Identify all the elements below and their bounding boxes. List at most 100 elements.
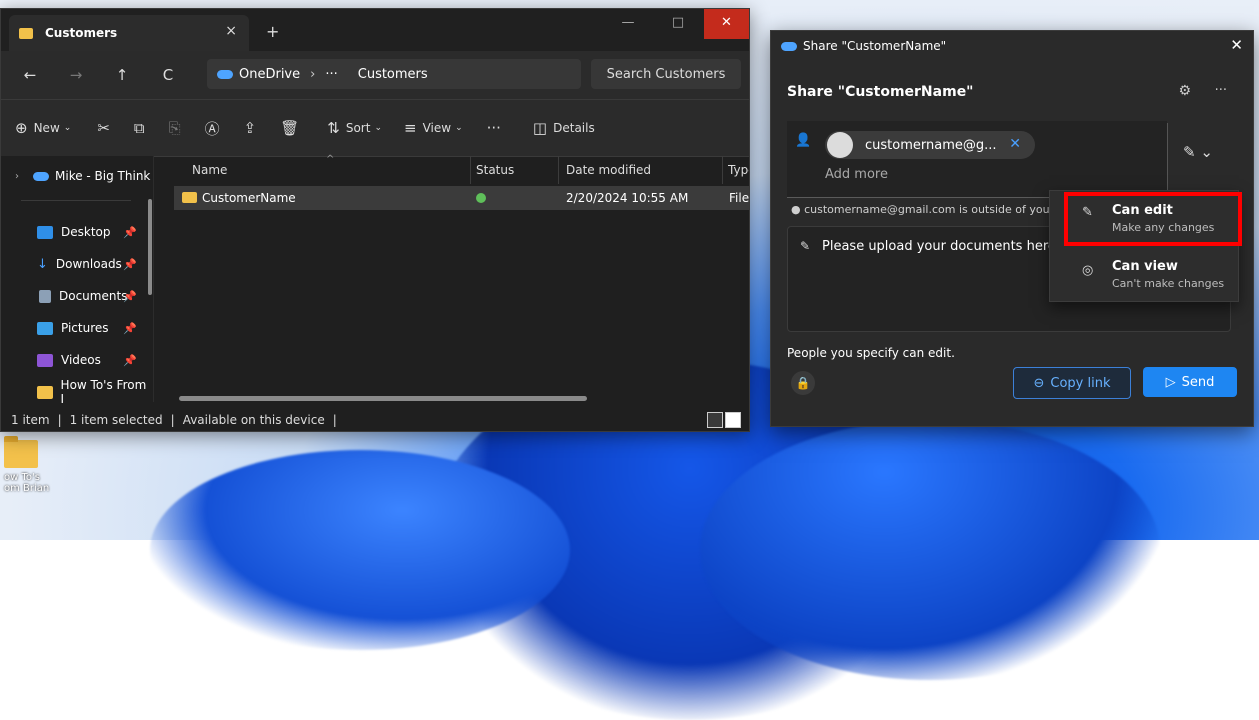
view-label: View [422,121,452,135]
column-divider[interactable] [470,156,471,184]
paste-icon[interactable]: ⎘ [169,119,181,137]
gear-icon[interactable]: ⚙ [1178,83,1191,99]
view-button[interactable]: ≡ View ⌄ [404,119,463,137]
nav-item-label: Pictures [61,321,109,335]
person-icon: 👤 [795,133,812,148]
nav-item-pictures[interactable]: Pictures 📌 [1,314,151,342]
breadcrumb-ellipsis[interactable]: ··· [325,67,337,82]
info-icon: ● [791,203,805,216]
share-heading: Share "CustomerName" [787,84,974,100]
column-type[interactable]: Type [728,163,749,177]
send-button[interactable]: ▷ Send [1143,367,1237,397]
nav-item-desktop[interactable]: Desktop 📌 [1,218,151,246]
tab-close-icon[interactable]: × [225,23,237,39]
column-headers: Name ^ Status Date modified Type [154,154,749,184]
table-row[interactable]: CustomerName 2/20/2024 10:55 AM File [174,186,749,210]
more-options-button[interactable]: ··· [487,119,501,137]
file-name: CustomerName [202,191,296,205]
folder-icon [37,385,53,399]
up-button[interactable]: ↑ [107,66,137,84]
breadcrumb[interactable]: OneDrive › ··· Customers [207,59,581,89]
horizontal-scrollbar[interactable] [179,396,587,401]
copy-link-label: Copy link [1050,375,1111,391]
column-status[interactable]: Status [476,163,514,177]
status-availability: Available on this device [182,413,325,427]
pin-icon: 📌 [123,257,137,271]
nav-item-documents[interactable]: Documents 📌 [1,282,151,310]
message-text: Please upload your documents here [822,239,1056,254]
remove-recipient-icon[interactable]: ✕ [1009,136,1021,152]
copy-icon[interactable]: ⧉ [134,119,145,137]
nav-item-downloads[interactable]: ↓ Downloads 📌 [1,250,151,278]
add-more-input[interactable]: Add more [825,167,888,182]
chevron-down-icon: ⌄ [374,123,382,133]
nav-item-onedrive[interactable]: › Mike - Big Think [1,162,151,190]
pin-icon: 📌 [123,321,137,335]
details-view-icon[interactable] [707,412,723,428]
nav-item-howtos[interactable]: How To's From I [1,378,151,406]
outside-org-warning: ● customername@gmail.com is outside of y… [791,203,1053,216]
desktop-folder-icon[interactable]: ow To's om Brian [4,436,54,494]
cut-icon[interactable]: ✂ [97,119,110,137]
column-divider[interactable] [722,156,723,184]
nav-item-label: How To's From I [60,378,147,406]
sort-chevron-icon: ^ [326,154,335,165]
new-tab-button[interactable]: + [266,22,279,41]
folder-icon [19,27,33,39]
chevron-right-icon: › [15,170,19,182]
tab-customers[interactable]: Customers × [9,15,249,51]
refresh-button[interactable]: C [153,66,183,84]
file-type: File [729,191,750,205]
nav-item-label: Videos [61,353,101,367]
status-selected: 1 item selected [69,413,163,427]
lock-icon[interactable]: 🔒 [791,371,815,395]
forward-button[interactable]: → [61,66,91,84]
share-icon[interactable]: ⇪ [244,119,257,137]
details-pane-icon: ◫ [532,119,548,137]
delete-icon[interactable]: 🗑 [280,119,299,137]
column-name[interactable]: Name [192,163,227,177]
onedrive-cloud-icon [33,171,49,181]
link-icon: ⊖ [1033,375,1045,391]
sort-button[interactable]: ⇅ Sort ⌄ [327,119,382,137]
breadcrumb-onedrive[interactable]: OneDrive [239,67,300,82]
status-bar: 1 item | 1 item selected | Available on … [1,409,749,431]
highlight-box [1064,192,1242,246]
nav-item-label: Desktop [61,225,111,239]
back-button[interactable]: ← [15,66,45,84]
recipient-field[interactable]: 👤 customername@g... ✕ Add more [787,121,1167,198]
close-button[interactable]: ✕ [704,9,749,39]
nav-pane-scrollbar[interactable] [148,199,152,295]
nav-item-label: Documents [59,289,128,303]
details-button[interactable]: ◫ Details [533,119,595,137]
tiles-view-icon[interactable] [725,412,741,428]
pin-icon: 📌 [123,289,137,303]
column-date-modified[interactable]: Date modified [566,163,651,177]
navigation-pane: › Mike - Big Think Desktop 📌 ↓ Downloads… [1,156,154,406]
status-divider: | [170,413,175,427]
status-divider: | [332,413,337,427]
option-title: Can view [1112,259,1178,274]
new-label: New [33,121,60,135]
new-button[interactable]: ⊕ New ⌄ [15,119,71,137]
breadcrumb-customers[interactable]: Customers [358,67,428,82]
rename-icon[interactable]: Ⓐ [205,118,220,139]
folder-icon [182,192,197,203]
more-icon[interactable]: ··· [1215,83,1227,98]
nav-item-videos[interactable]: Videos 📌 [1,346,151,374]
permission-dropdown-button[interactable]: ✎ ⌄ [1183,143,1213,161]
recipient-chip[interactable]: customername@g... ✕ [825,131,1035,159]
close-icon[interactable]: ✕ [1230,36,1243,54]
column-divider[interactable] [558,156,559,184]
minimize-button[interactable]: — [605,9,651,39]
maximize-button[interactable]: □ [655,9,701,39]
wallpaper-bloom [700,420,1160,680]
desktop-icon [37,225,53,239]
plus-circle-icon: ⊕ [15,119,28,137]
nav-item-label: Downloads [55,257,122,271]
videos-icon [37,353,53,367]
option-can-view[interactable]: ◎ Can view Can't make changes [1050,247,1238,299]
copy-link-button[interactable]: ⊖ Copy link [1013,367,1131,399]
pin-icon: 📌 [123,353,137,367]
search-input[interactable]: Search Customers [591,59,741,89]
